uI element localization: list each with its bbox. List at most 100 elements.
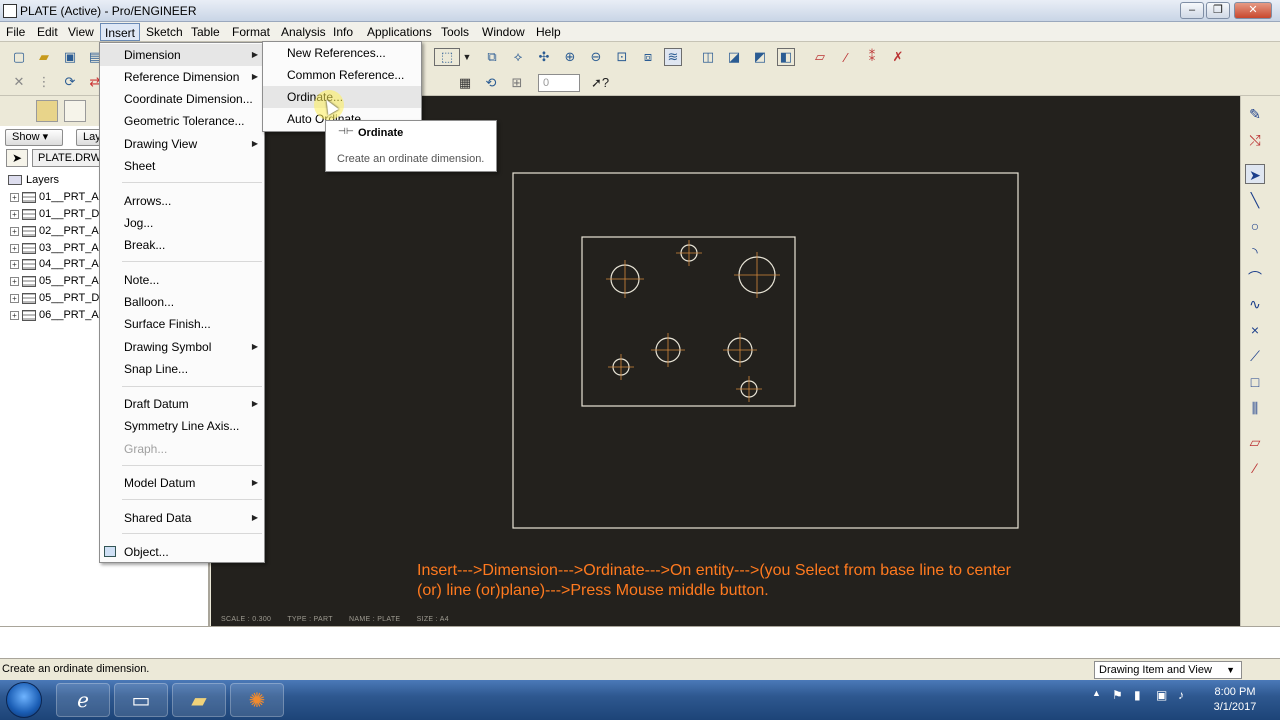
- menu-insert[interactable]: Insert: [100, 23, 141, 41]
- expand-icon[interactable]: +: [10, 293, 19, 303]
- menu-item-break[interactable]: Break...: [100, 234, 264, 256]
- mode-icon[interactable]: ⋮: [35, 73, 53, 91]
- mirror-icon[interactable]: ⫼: [1245, 398, 1265, 418]
- context-help-icon[interactable]: ➚?: [591, 74, 609, 92]
- menu-item-geometric-tolerance[interactable]: Geometric Tolerance...: [100, 110, 264, 132]
- tray-flag-icon[interactable]: ⚑: [1112, 688, 1123, 702]
- internet-explorer-icon[interactable]: ℯ: [56, 683, 110, 717]
- layer-item[interactable]: +06__PRT_A: [10, 309, 99, 321]
- wireframe-icon[interactable]: ◫: [699, 48, 717, 66]
- open-folder-icon[interactable]: ▰: [35, 48, 53, 66]
- reorient-icon[interactable]: ⧈: [639, 48, 657, 66]
- fillet-icon[interactable]: ⌒: [1245, 268, 1265, 288]
- start-button[interactable]: [6, 682, 42, 718]
- circle-icon[interactable]: ○: [1245, 216, 1265, 236]
- menu-view[interactable]: View: [64, 23, 98, 41]
- spline-icon[interactable]: ∿: [1245, 294, 1265, 314]
- constraints-icon[interactable]: ⤭: [1245, 130, 1265, 150]
- regenerate-icon[interactable]: ⟳: [61, 73, 79, 91]
- layer-item[interactable]: +05__PRT_D: [10, 292, 99, 304]
- new-file-icon[interactable]: ▢: [10, 48, 28, 66]
- menu-item-drawing-symbol[interactable]: Drawing Symbol ▶: [100, 336, 264, 358]
- menu-item-balloon[interactable]: Balloon...: [100, 291, 264, 313]
- close-button[interactable]: ✕: [1234, 2, 1272, 19]
- layer-item[interactable]: +02__PRT_A: [10, 225, 99, 237]
- selection-filter-select[interactable]: Drawing Item and View ▼: [1094, 661, 1242, 679]
- favorites-tab-icon[interactable]: [64, 100, 86, 122]
- layer-item[interactable]: +01__PRT_A: [10, 191, 99, 203]
- datum-axes-icon[interactable]: ⁄: [837, 48, 855, 66]
- menu-item-surface-finish[interactable]: Surface Finish...: [100, 313, 264, 335]
- layer-tab-icon[interactable]: [36, 100, 58, 122]
- zoom-in-icon[interactable]: ⊕: [561, 48, 579, 66]
- zoom-out-icon[interactable]: ⊖: [587, 48, 605, 66]
- menu-applications[interactable]: Applications: [363, 23, 436, 41]
- menu-item-jog[interactable]: Jog...: [100, 212, 264, 234]
- update-sheet-icon[interactable]: ⟲: [482, 74, 500, 92]
- offset-icon[interactable]: ⁄: [1245, 458, 1265, 478]
- hidden-line-icon[interactable]: ◪: [725, 48, 743, 66]
- sheet-spinner[interactable]: 0: [538, 74, 580, 92]
- expand-icon[interactable]: +: [10, 226, 19, 236]
- delete-icon[interactable]: ✕: [10, 73, 28, 91]
- view-border[interactable]: [512, 172, 1019, 529]
- select-arrow-icon[interactable]: ➤: [1245, 164, 1265, 184]
- arc-icon[interactable]: ◝: [1245, 242, 1265, 262]
- expand-icon[interactable]: +: [10, 259, 19, 269]
- table-icon[interactable]: ▦: [456, 74, 474, 92]
- tray-expand-icon[interactable]: ▲: [1092, 688, 1101, 698]
- expand-icon[interactable]: +: [10, 192, 19, 202]
- submenu-item-common-reference[interactable]: Common Reference...: [263, 64, 421, 86]
- spin-center-icon[interactable]: ⟡: [509, 48, 527, 66]
- datum-planes-icon[interactable]: ▱: [811, 48, 829, 66]
- menu-item-draft-datum[interactable]: Draft Datum ▶: [100, 393, 264, 415]
- explorer-folder-icon[interactable]: ▰: [172, 683, 226, 717]
- drawing-canvas[interactable]: Insert--->Dimension--->Ordinate--->On en…: [211, 96, 1240, 626]
- menu-item-arrows[interactable]: Arrows...: [100, 190, 264, 212]
- app-window-icon[interactable]: ▭: [114, 683, 168, 717]
- media-player-icon[interactable]: ✺: [230, 683, 284, 717]
- vertical-scrollbar[interactable]: [1270, 96, 1280, 626]
- tray-network-icon[interactable]: ▣: [1156, 688, 1167, 702]
- menu-item-shared-data[interactable]: Shared Data ▶: [100, 507, 264, 529]
- submenu-item-new-references[interactable]: New References...: [263, 42, 421, 64]
- expand-icon[interactable]: +: [10, 209, 19, 219]
- rectangle-icon[interactable]: □: [1245, 372, 1265, 392]
- layer-item[interactable]: +04__PRT_A: [10, 258, 99, 270]
- layer-item[interactable]: +05__PRT_A: [10, 275, 99, 287]
- menu-format[interactable]: Format: [228, 23, 274, 41]
- layers-root[interactable]: Layers: [8, 174, 59, 186]
- menu-item-symmetry-line-axis[interactable]: Symmetry Line Axis...: [100, 415, 264, 437]
- system-clock[interactable]: 8:00 PM 3/1/2017: [1200, 685, 1270, 715]
- no-hidden-icon[interactable]: ◩: [751, 48, 769, 66]
- menu-file[interactable]: File: [2, 23, 29, 41]
- menu-item-model-datum[interactable]: Model Datum ▶: [100, 472, 264, 494]
- move-icon[interactable]: ⊞: [508, 74, 526, 92]
- menu-info[interactable]: Info: [329, 23, 357, 41]
- menu-table[interactable]: Table: [187, 23, 224, 41]
- menu-window[interactable]: Window: [478, 23, 529, 41]
- menu-item-coordinate-dimension[interactable]: Coordinate Dimension...: [100, 88, 264, 110]
- point-icon[interactable]: ×: [1245, 320, 1265, 340]
- refit-icon[interactable]: ⊡: [613, 48, 631, 66]
- plate-outline[interactable]: [581, 236, 796, 407]
- show-button[interactable]: Show ▾: [5, 129, 63, 146]
- menu-help[interactable]: Help: [532, 23, 565, 41]
- menu-item-note[interactable]: Note...: [100, 269, 264, 291]
- select-arrow-icon[interactable]: ➤: [6, 149, 28, 167]
- menu-analysis[interactable]: Analysis: [277, 23, 330, 41]
- select-box-icon[interactable]: ⬚: [434, 48, 460, 66]
- menu-sketch[interactable]: Sketch: [142, 23, 187, 41]
- orient-icon[interactable]: ✣: [535, 48, 553, 66]
- select-dropdown-icon[interactable]: ▼: [458, 48, 476, 66]
- tray-volume-icon[interactable]: ♪: [1178, 688, 1184, 702]
- menu-item-reference-dimension[interactable]: Reference Dimension ▶: [100, 66, 264, 88]
- minimize-button[interactable]: –: [1180, 2, 1204, 19]
- tray-power-icon[interactable]: ▮: [1134, 688, 1141, 702]
- restore-button[interactable]: ❐: [1206, 2, 1230, 19]
- layer-item[interactable]: +03__PRT_A: [10, 242, 99, 254]
- save-icon[interactable]: ▣: [61, 48, 79, 66]
- parallelogram-icon[interactable]: ▱: [1245, 432, 1265, 452]
- chamfer-icon[interactable]: ⟋: [1245, 346, 1265, 366]
- tree-tab-icon[interactable]: [6, 100, 28, 122]
